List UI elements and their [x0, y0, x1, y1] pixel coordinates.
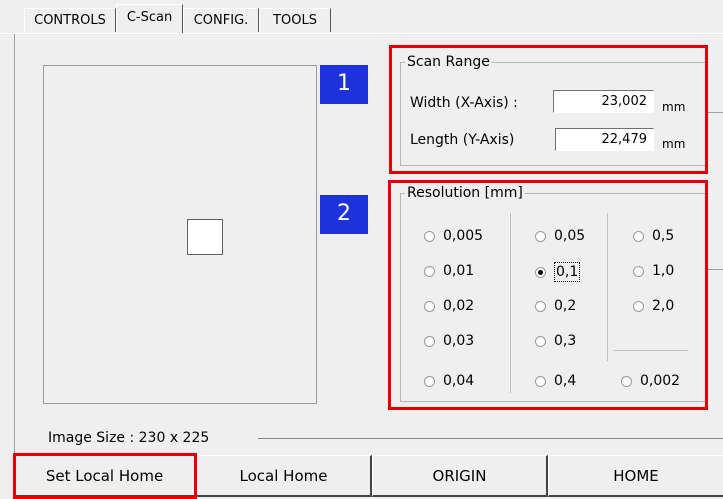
scan-range-connector	[706, 112, 723, 113]
panel-left-edge	[14, 34, 15, 454]
home-button[interactable]: HOME	[548, 455, 723, 497]
origin-button[interactable]: ORIGIN	[372, 455, 548, 497]
tab-controls[interactable]: CONTROLS	[24, 8, 116, 32]
set-local-home-highlight	[13, 453, 197, 499]
resolution-connector	[706, 269, 723, 270]
tab-c-scan[interactable]: C-Scan	[116, 4, 183, 34]
tab-underline	[0, 33, 723, 34]
tab-tools[interactable]: TOOLS	[259, 8, 331, 32]
scan-area-marker[interactable]	[187, 219, 223, 255]
resolution-highlight	[388, 180, 708, 410]
tab-config[interactable]: CONFIG.	[183, 8, 259, 32]
image-size-line	[258, 438, 723, 439]
local-home-button[interactable]: Local Home	[196, 455, 372, 497]
callout-badge-2: 2	[320, 195, 368, 234]
scan-range-highlight	[389, 45, 708, 174]
callout-badge-1: 1	[320, 65, 368, 104]
image-size-label: Image Size : 230 x 225	[48, 429, 214, 447]
tab-bar: CONTROLS C-Scan CONFIG. TOOLS	[0, 0, 723, 34]
scan-preview-area	[43, 65, 317, 404]
